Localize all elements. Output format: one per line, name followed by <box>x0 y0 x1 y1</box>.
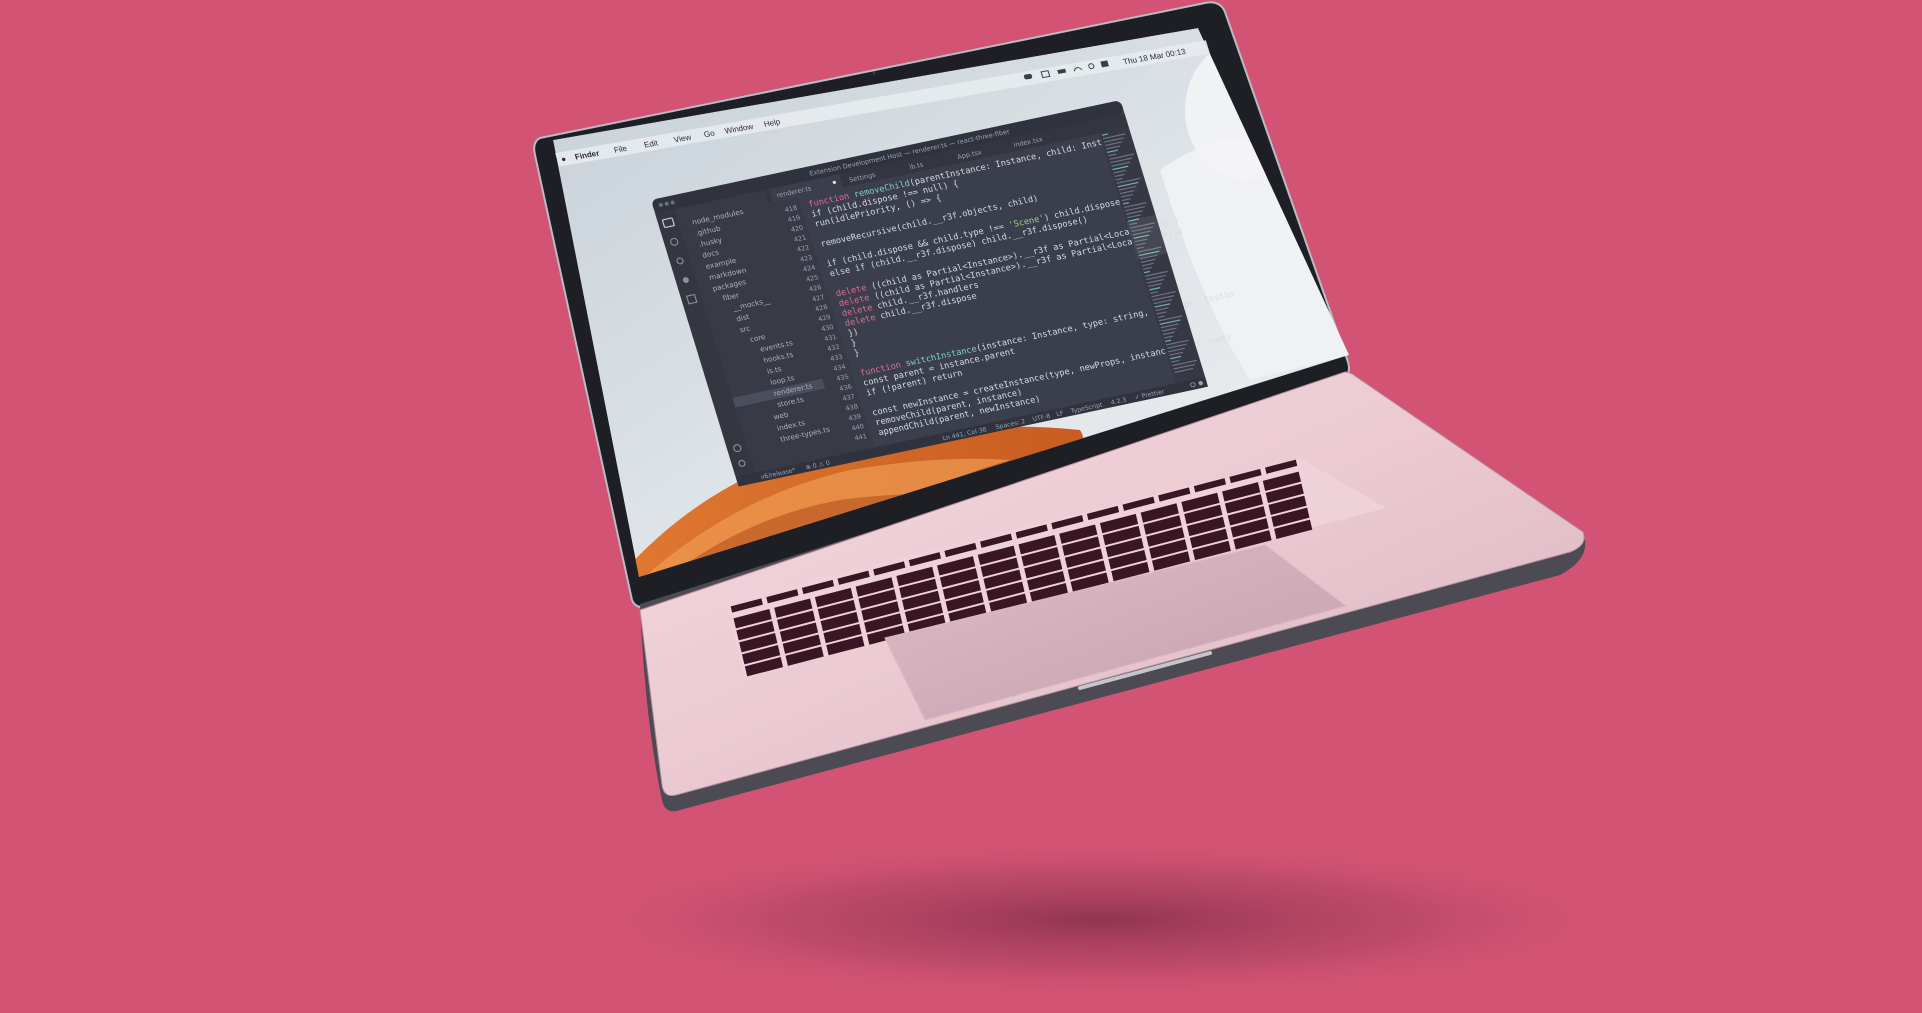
camera <box>872 71 876 75</box>
laptop-mockup: ● Finder File Edit View Go Window Help Thu 18 … <box>533 1 1640 1000</box>
laptop-shadow <box>560 840 1640 1000</box>
laptop-mockup-scene: ● Finder File Edit View Go Window Help Thu 18 … <box>0 0 1922 1009</box>
